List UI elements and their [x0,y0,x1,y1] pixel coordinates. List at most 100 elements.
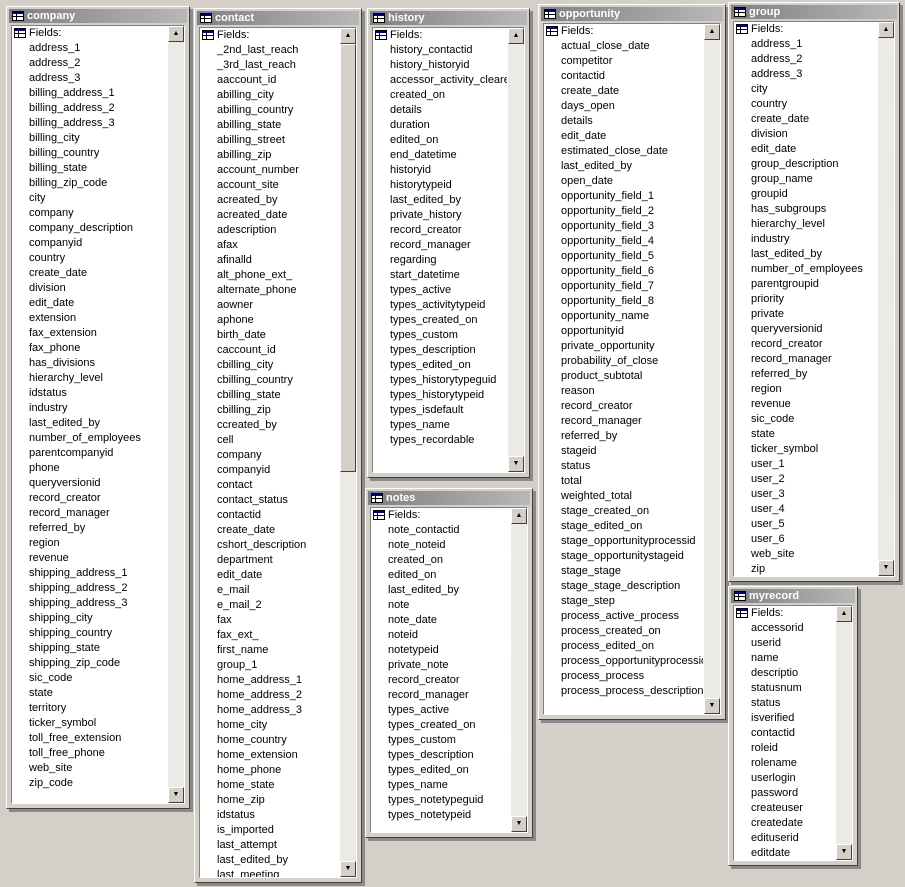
field-item[interactable]: isverified [734,711,835,726]
field-item[interactable]: last_edited_by [371,583,510,598]
field-item[interactable]: edit_date [544,129,703,144]
field-item[interactable]: queryversionid [734,322,877,337]
title-bar[interactable]: myrecord [731,589,855,603]
field-item[interactable]: company_description [12,221,167,236]
field-item[interactable]: company [200,448,339,463]
field-item[interactable]: companyid [12,236,167,251]
field-item[interactable]: created_on [373,88,507,103]
field-item[interactable]: process_opportunityprocessid [544,654,703,669]
field-item[interactable]: descriptio [734,666,835,681]
title-bar[interactable]: opportunity [541,7,723,21]
field-item[interactable]: noteid [371,628,510,643]
field-item[interactable]: types_edited_on [373,358,507,373]
field-item[interactable]: record_manager [12,506,167,521]
field-item[interactable]: web_site [734,547,877,562]
field-item[interactable]: actual_close_date [544,39,703,54]
field-item[interactable]: home_address_1 [200,673,339,688]
field-item[interactable]: idstatus [12,386,167,401]
field-item[interactable]: create_date [200,523,339,538]
field-item[interactable]: billing_address_1 [12,86,167,101]
field-item[interactable]: referred_by [544,429,703,444]
field-item[interactable]: is_imported [200,823,339,838]
field-item[interactable]: industry [12,401,167,416]
field-item[interactable]: industry [734,232,877,247]
field-item[interactable]: account_site [200,178,339,193]
field-item[interactable]: stage_step [544,594,703,609]
field-item[interactable]: status [544,459,703,474]
scroll-down-button[interactable]: ▼ [836,844,852,860]
field-item[interactable]: opportunityid [544,324,703,339]
vertical-scrollbar[interactable]: ▲ ▼ [511,508,527,832]
field-item[interactable]: queryversionid [12,476,167,491]
vertical-scrollbar[interactable]: ▲ ▼ [878,22,894,576]
table-window-notes[interactable]: notes Fields: note_contactid note_noteid c… [365,488,533,838]
field-item[interactable]: number_of_employees [734,262,877,277]
field-item[interactable]: region [12,536,167,551]
field-item[interactable]: edit_date [734,142,877,157]
scroll-down-button[interactable]: ▼ [340,861,356,877]
field-item[interactable]: hierarchy_level [12,371,167,386]
field-item[interactable]: edit_date [12,296,167,311]
field-item[interactable]: aphone [200,313,339,328]
field-item[interactable]: address_1 [734,37,877,52]
field-item[interactable]: account_number [200,163,339,178]
field-item[interactable]: open_date [544,174,703,189]
field-item[interactable]: cbilling_state [200,388,339,403]
field-item[interactable]: abilling_state [200,118,339,133]
scroll-down-button[interactable]: ▼ [704,698,720,714]
field-item[interactable]: history_contactid [373,43,507,58]
field-item[interactable]: product_subtotal [544,369,703,384]
field-item[interactable]: contactid [544,69,703,84]
field-item[interactable]: contact [200,478,339,493]
field-item[interactable]: estimated_close_date [544,144,703,159]
title-bar[interactable]: contact [197,11,359,25]
field-item[interactable]: opportunity_field_3 [544,219,703,234]
field-item[interactable]: alt_phone_ext_ [200,268,339,283]
field-item[interactable]: stage_opportunityprocessid [544,534,703,549]
field-item[interactable]: last_edited_by [734,247,877,262]
field-item[interactable]: revenue [734,397,877,412]
field-item[interactable]: create_date [544,84,703,99]
field-item[interactable]: create_date [734,112,877,127]
field-item[interactable]: rolename [734,756,835,771]
field-item[interactable]: home_address_2 [200,688,339,703]
field-item[interactable]: e_mail [200,583,339,598]
field-item[interactable]: details [544,114,703,129]
title-bar[interactable]: company [9,9,187,23]
field-item[interactable]: createuser [734,801,835,816]
field-item[interactable]: cbilling_zip [200,403,339,418]
field-item[interactable]: home_extension [200,748,339,763]
field-item[interactable]: home_country [200,733,339,748]
field-item[interactable]: historyid [373,163,507,178]
field-item[interactable]: private_history [373,208,507,223]
field-item[interactable]: web_site [12,761,167,776]
field-item[interactable]: toll_free_phone [12,746,167,761]
field-item[interactable]: record_creator [371,673,510,688]
field-item[interactable]: fax [200,613,339,628]
field-item[interactable]: fax_ext_ [200,628,339,643]
field-item[interactable]: types_active [371,703,510,718]
table-window-company[interactable]: company Fields: address_1 address_2 addres… [6,6,190,809]
field-item[interactable]: weighted_total [544,489,703,504]
field-item[interactable]: opportunity_field_6 [544,264,703,279]
field-item[interactable]: country [12,251,167,266]
field-item[interactable]: types_edited_on [371,763,510,778]
field-item[interactable]: billing_address_2 [12,101,167,116]
field-item[interactable]: territory [12,701,167,716]
field-item[interactable]: stage_opportunitystageid [544,549,703,564]
field-item[interactable]: adescription [200,223,339,238]
field-item[interactable]: aowner [200,298,339,313]
field-item[interactable]: user_1 [734,457,877,472]
field-item[interactable]: opportunity_field_7 [544,279,703,294]
field-item[interactable]: referred_by [12,521,167,536]
scroll-up-button[interactable]: ▲ [168,26,184,42]
field-item[interactable]: total [544,474,703,489]
field-item[interactable]: billing_city [12,131,167,146]
field-item[interactable]: process_active_process [544,609,703,624]
field-item[interactable]: companyid [200,463,339,478]
field-item[interactable]: process_edited_on [544,639,703,654]
vertical-scrollbar[interactable]: ▲ ▼ [508,28,524,472]
field-item[interactable]: sic_code [12,671,167,686]
field-item[interactable]: last_meeting [200,868,339,877]
field-item[interactable]: address_2 [734,52,877,67]
